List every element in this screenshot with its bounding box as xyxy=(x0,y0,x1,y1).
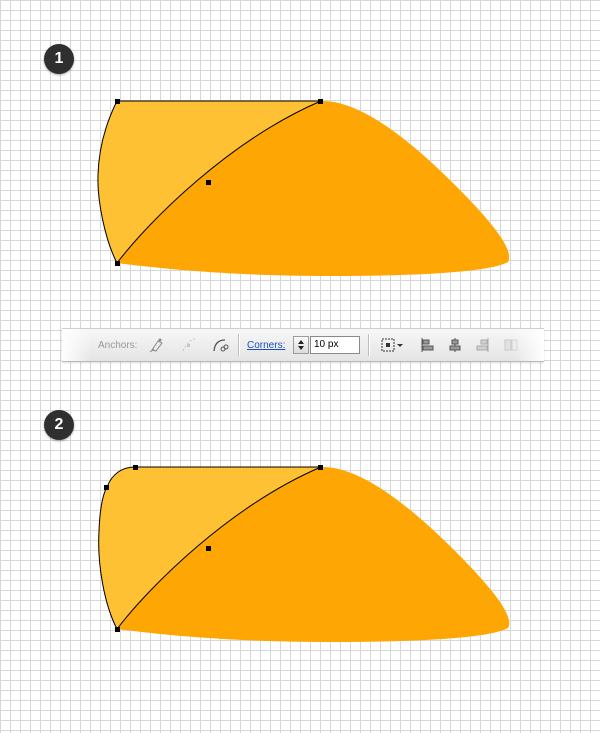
toolbar-separator xyxy=(238,334,239,356)
toolbar-separator xyxy=(368,334,369,356)
anchor-point-bottom-left[interactable] xyxy=(115,627,120,632)
distribute-icon[interactable] xyxy=(502,336,520,354)
shape-artwork-step-1[interactable] xyxy=(0,80,600,300)
anchors-label-item: Anchors: xyxy=(98,329,137,361)
align-center-icon[interactable] xyxy=(446,336,464,354)
anchor-point-rounded-side[interactable] xyxy=(104,485,109,490)
anchor-point-top-right[interactable] xyxy=(318,465,323,470)
step-1-badge: 1 xyxy=(44,44,74,74)
align-left-icon[interactable] xyxy=(419,336,437,354)
transform-reference-icon[interactable] xyxy=(380,336,404,354)
center-point[interactable] xyxy=(206,546,211,551)
anchor-point-top-left[interactable] xyxy=(115,99,120,104)
corners-link[interactable]: Corners: xyxy=(247,340,285,351)
anchors-label: Anchors: xyxy=(98,339,138,351)
convert-anchor-smooth-icon[interactable] xyxy=(148,336,166,354)
step-2-badge: 2 xyxy=(44,410,74,440)
corners-input[interactable]: 10 px xyxy=(310,336,360,354)
anchor-point-rounded-top[interactable] xyxy=(133,465,138,470)
anchor-point-top-right[interactable] xyxy=(318,99,323,104)
center-point[interactable] xyxy=(206,180,211,185)
align-right-icon[interactable] xyxy=(473,336,491,354)
step-1-number: 1 xyxy=(54,50,64,67)
shape-artwork-step-2[interactable] xyxy=(0,446,600,666)
step-2-number: 2 xyxy=(54,416,64,433)
stepper-arrows-icon[interactable] xyxy=(294,337,308,353)
cut-path-icon[interactable] xyxy=(211,336,229,354)
corners-stepper[interactable] xyxy=(293,336,309,354)
anchor-point-bottom-left[interactable] xyxy=(115,261,120,266)
corners-label-item[interactable]: Corners: xyxy=(247,329,285,361)
control-panel-toolbar: Anchors: Corners: 10 px xyxy=(62,328,544,362)
convert-anchor-corner-icon[interactable] xyxy=(180,336,198,354)
